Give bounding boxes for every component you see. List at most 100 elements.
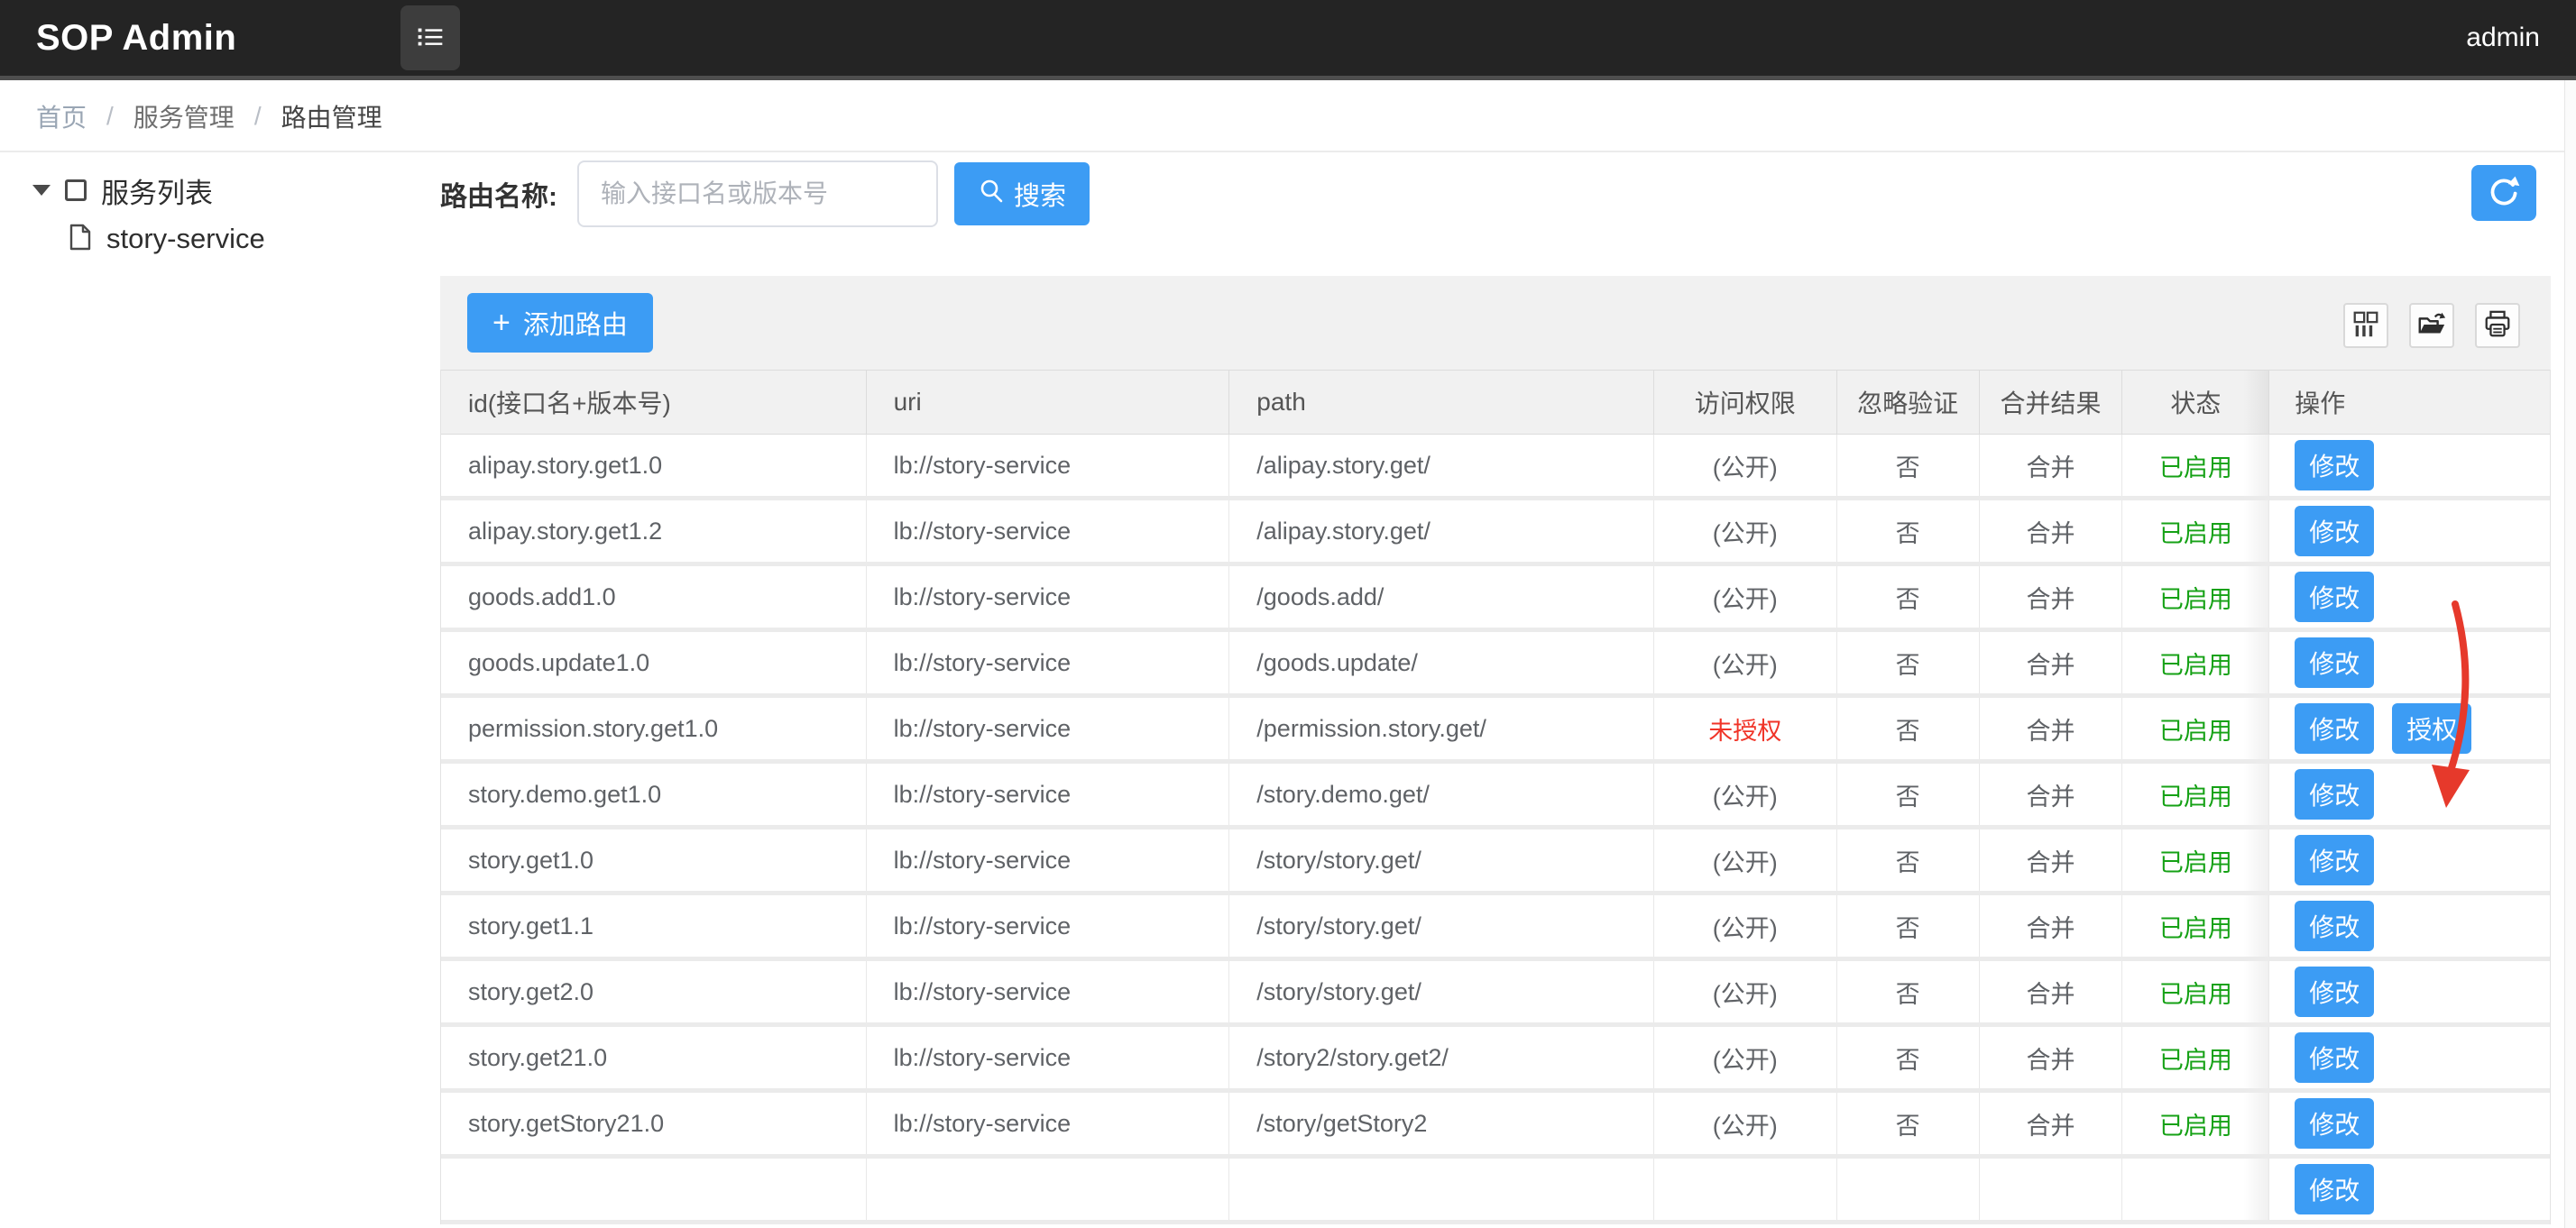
header-divider xyxy=(0,76,2576,80)
routes-table-panel: + 添加路由 xyxy=(440,276,2551,1224)
table-row: permission.story.get1.0 lb://story-servi… xyxy=(441,698,2550,764)
actions-cell: 修改 xyxy=(2269,764,2550,825)
modify-button[interactable]: 修改 xyxy=(2295,967,2374,1017)
modify-button[interactable]: 修改 xyxy=(2295,703,2374,754)
actions-cell: 修改 xyxy=(2269,1027,2550,1088)
cell-id: permission.story.get1.0 xyxy=(441,698,867,759)
refresh-icon xyxy=(2485,173,2523,214)
modify-button[interactable]: 修改 xyxy=(2295,440,2374,490)
cell-path: /goods.add/ xyxy=(1229,566,1654,628)
add-route-button[interactable]: + 添加路由 xyxy=(467,293,653,353)
search-button[interactable]: 搜索 xyxy=(954,162,1090,225)
export-icon xyxy=(2416,309,2447,343)
print-button[interactable] xyxy=(2475,303,2520,348)
modify-button[interactable]: 修改 xyxy=(2295,1098,2374,1149)
breadcrumb-service-mgmt[interactable]: 服务管理 xyxy=(133,98,235,134)
authorize-button[interactable]: 授权 xyxy=(2392,703,2471,754)
cell-ignore-auth: 否 xyxy=(1837,895,1980,957)
cell-uri: lb://story-service xyxy=(867,764,1230,825)
cell-id: story.get21.0 xyxy=(441,1027,867,1088)
sidebar-toggle-button[interactable] xyxy=(400,5,460,70)
export-button[interactable] xyxy=(2409,303,2454,348)
table-toolbar: + 添加路由 xyxy=(440,276,2551,370)
actions-cell: 修改 xyxy=(2269,961,2550,1022)
cell-uri: lb://story-service xyxy=(867,435,1230,496)
cell-permission: (公开) xyxy=(1654,566,1837,628)
table-body: alipay.story.get1.0 lb://story-service /… xyxy=(441,435,2550,1224)
tree-node-story-service[interactable]: story-service xyxy=(69,215,415,262)
current-user[interactable]: admin xyxy=(2466,0,2540,76)
cell-path: /alipay.story.get/ xyxy=(1229,500,1654,562)
breadcrumb-home[interactable]: 首页 xyxy=(36,98,87,134)
cell-status: 已启用 xyxy=(2122,500,2269,562)
columns-icon xyxy=(2351,309,2381,343)
table-row: story.getStory21.0 lb://story-service /s… xyxy=(441,1093,2550,1159)
cell-permission: (公开) xyxy=(1654,435,1837,496)
cell-merge-result: 合并 xyxy=(1980,829,2123,891)
modify-button[interactable]: 修改 xyxy=(2295,1164,2374,1214)
cell-ignore-auth: 否 xyxy=(1837,1093,1980,1154)
app-header: SOP Admin admin xyxy=(0,0,2576,76)
cell-path: /story.demo.get/ xyxy=(1229,764,1654,825)
modify-button[interactable]: 修改 xyxy=(2295,1032,2374,1083)
cell-ignore-auth: 否 xyxy=(1837,632,1980,693)
tree-node-label[interactable]: story-service xyxy=(106,223,265,255)
cell-status: 已启用 xyxy=(2122,764,2269,825)
cell-merge-result: 合并 xyxy=(1980,698,2123,759)
modify-button[interactable]: 修改 xyxy=(2295,637,2374,688)
plus-icon: + xyxy=(492,307,511,338)
cell-id: story.getStory21.0 xyxy=(441,1093,867,1154)
vertical-scrollbar[interactable] xyxy=(2564,80,2576,1228)
cell-merge-result: 合并 xyxy=(1980,764,2123,825)
cell-status: 已启用 xyxy=(2122,1093,2269,1154)
caret-down-icon[interactable] xyxy=(32,185,51,196)
actions-cell: 修改 xyxy=(2269,895,2550,957)
cell-status: 已启用 xyxy=(2122,435,2269,496)
cell-id: story.get2.0 xyxy=(441,961,867,1022)
modify-button[interactable]: 修改 xyxy=(2295,506,2374,556)
table-row: alipay.story.get1.2 lb://story-service /… xyxy=(441,500,2550,566)
cell-id: goods.add1.0 xyxy=(441,566,867,628)
columns-toggle-button[interactable] xyxy=(2343,303,2388,348)
cell-path: /permission.story.get/ xyxy=(1229,698,1654,759)
cell-permission: (公开) xyxy=(1654,829,1837,891)
cell-path: /story/story.get/ xyxy=(1229,961,1654,1022)
cell-ignore-auth: 否 xyxy=(1837,1027,1980,1088)
tree-node-label[interactable]: 服务列表 xyxy=(101,170,213,211)
table-tool-buttons xyxy=(2343,303,2520,348)
column-header-uri: uri xyxy=(867,371,1230,434)
tree-node-service-list[interactable]: 服务列表 xyxy=(32,167,415,214)
cell-id xyxy=(441,1159,867,1220)
refresh-button[interactable] xyxy=(2471,165,2536,221)
cell-id: story.get1.0 xyxy=(441,829,867,891)
modify-button[interactable]: 修改 xyxy=(2295,835,2374,885)
actions-cell: 修改 xyxy=(2269,566,2550,628)
cell-uri: lb://story-service xyxy=(867,1093,1230,1154)
column-header-merge: 合并结果 xyxy=(1980,371,2123,434)
cell-merge-result: 合并 xyxy=(1980,895,2123,957)
cell-merge-result: 合并 xyxy=(1980,566,2123,628)
breadcrumb-current: 路由管理 xyxy=(281,98,382,134)
cell-merge-result: 合并 xyxy=(1980,1027,2123,1088)
folder-icon xyxy=(65,179,87,201)
column-header-path: path xyxy=(1229,371,1654,434)
cell-ignore-auth: 否 xyxy=(1837,435,1980,496)
route-name-input[interactable] xyxy=(577,160,938,227)
cell-path: /story/getStory2 xyxy=(1229,1093,1654,1154)
table-row: alipay.story.get1.0 lb://story-service /… xyxy=(441,435,2550,500)
cell-permission: 未授权 xyxy=(1654,698,1837,759)
cell-path: /story/story.get/ xyxy=(1229,895,1654,957)
cell-merge-result: 合并 xyxy=(1980,500,2123,562)
search-button-label: 搜索 xyxy=(1014,175,1066,213)
modify-button[interactable]: 修改 xyxy=(2295,769,2374,820)
route-search-form: 路由名称: 搜索 xyxy=(440,160,1090,227)
cell-permission: (公开) xyxy=(1654,961,1837,1022)
actions-cell: 修改授权 xyxy=(2269,698,2550,759)
breadcrumb-separator: / xyxy=(254,102,262,131)
modify-button[interactable]: 修改 xyxy=(2295,572,2374,622)
modify-button[interactable]: 修改 xyxy=(2295,901,2374,951)
cell-ignore-auth: 否 xyxy=(1837,500,1980,562)
cell-uri xyxy=(867,1159,1230,1220)
route-name-label: 路由名称: xyxy=(440,174,557,214)
cell-ignore-auth xyxy=(1837,1159,1980,1220)
